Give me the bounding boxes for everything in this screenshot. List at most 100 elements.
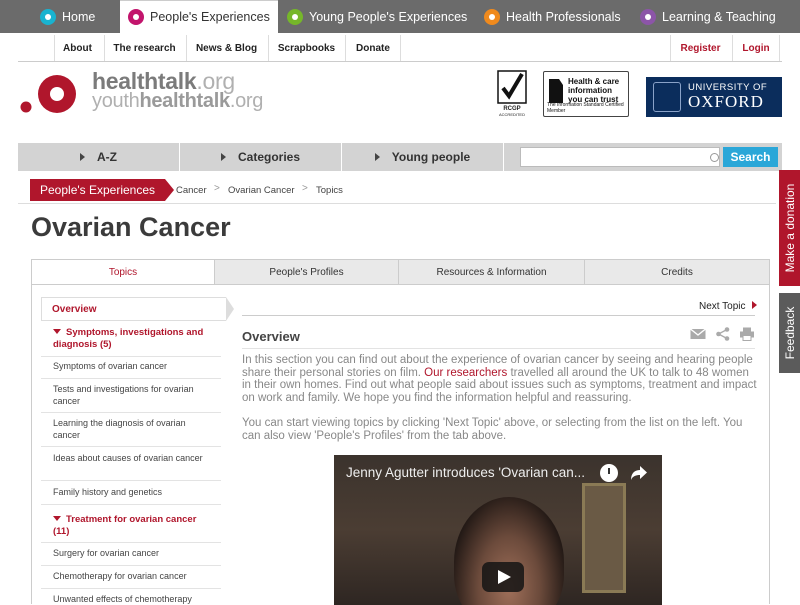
- email-icon[interactable]: [690, 327, 706, 341]
- rcgp-label: RCGP ACCREDITED: [498, 106, 525, 117]
- top-tab-label: Young People's Experiences: [309, 9, 468, 24]
- nav-young-people[interactable]: Young people: [342, 143, 504, 171]
- information-standard-sub: The Information Standard Certified Membe…: [547, 102, 624, 114]
- top-tab-young-peoples-experiences[interactable]: Young People's Experiences: [287, 0, 473, 33]
- play-button-icon[interactable]: [482, 562, 524, 592]
- main-navigation-bar: A-Z Categories Young people Search: [18, 143, 782, 171]
- top-tab-label: People's Experiences: [150, 10, 270, 24]
- divider: [41, 356, 221, 357]
- print-icon[interactable]: [739, 327, 755, 341]
- sidebar-item-unwanted-effects[interactable]: Unwanted effects of chemotherapy: [53, 593, 208, 605]
- search-button[interactable]: Search: [723, 147, 778, 167]
- video-title[interactable]: Jenny Agutter introduces 'Ovarian can...: [346, 465, 585, 480]
- feedback-tab[interactable]: Feedback: [779, 293, 800, 373]
- healthtalk-logo-icon[interactable]: [20, 74, 76, 114]
- arrow-right-icon: [220, 153, 226, 161]
- divider: [41, 565, 221, 566]
- nav-login[interactable]: Login: [732, 35, 780, 61]
- overview-paragraph-2: You can start viewing topics by clicking…: [242, 417, 743, 442]
- top-tab-learning-teaching[interactable]: Learning & Teaching: [640, 0, 780, 33]
- sidebar-item-family-history[interactable]: Family history and genetics: [53, 486, 208, 498]
- page-title: Ovarian Cancer: [31, 212, 231, 242]
- oxford-logo[interactable]: UNIVERSITY OF OXFORD: [646, 77, 782, 117]
- top-tab-label: Health Professionals: [506, 9, 621, 24]
- health-professionals-dot-icon: [484, 8, 500, 25]
- search-input[interactable]: [520, 147, 720, 167]
- sidebar-group-label: Symptoms, investigations and diagnosis (…: [53, 327, 204, 350]
- sidebar-group-symptoms[interactable]: Symptoms, investigations and diagnosis (…: [53, 327, 213, 351]
- information-standard-text: Health & care information you can trust: [568, 77, 620, 104]
- chevron-down-icon: [53, 516, 61, 521]
- chevron-down-icon: [53, 329, 61, 334]
- divider: [41, 378, 221, 379]
- sidebar-item-causes[interactable]: Ideas about causes of ovarian cancer: [53, 452, 208, 464]
- sidebar-item-surgery[interactable]: Surgery for ovarian cancer: [53, 547, 208, 559]
- divider: [242, 348, 755, 349]
- nav-about[interactable]: About: [54, 35, 100, 61]
- nav-the-research[interactable]: The research: [104, 35, 184, 61]
- home-dot-icon: [40, 8, 56, 25]
- divider: [41, 446, 221, 447]
- share-icon[interactable]: [715, 327, 731, 341]
- sidebar-item-symptoms[interactable]: Symptoms of ovarian cancer: [53, 360, 208, 372]
- video-share-icon[interactable]: [630, 465, 648, 481]
- tab-topics[interactable]: Topics: [32, 260, 215, 284]
- tab-credits[interactable]: Credits: [585, 260, 769, 284]
- top-tab-label: Learning & Teaching: [662, 9, 776, 24]
- content-tabs: Topics People's Profiles Resources & Inf…: [31, 259, 770, 285]
- section-heading: Overview: [242, 329, 300, 344]
- top-tab-home[interactable]: Home: [40, 0, 112, 33]
- nav-label: A-Z: [97, 150, 117, 164]
- youthhealthtalk-wordmark[interactable]: youthhealthtalk.org: [92, 90, 263, 113]
- divider: [41, 412, 221, 413]
- make-a-donation-tab[interactable]: Make a donation: [779, 170, 800, 286]
- donate-tab-label: Make a donation: [782, 183, 797, 273]
- divider: [41, 480, 221, 481]
- sidebar-item-chemotherapy[interactable]: Chemotherapy for ovarian cancer: [53, 570, 208, 582]
- search-clear-icon[interactable]: [710, 153, 719, 162]
- top-tab-peoples-experiences[interactable]: People's Experiences: [120, 0, 278, 33]
- divider: [41, 542, 221, 543]
- tab-peoples-profiles[interactable]: People's Profiles: [215, 260, 399, 284]
- sidebar-item-overview[interactable]: Overview: [41, 297, 234, 321]
- young-peoples-dot-icon: [287, 8, 303, 25]
- breadcrumb-topics: Topics: [316, 185, 343, 196]
- breadcrumb-ovarian-cancer[interactable]: Ovarian Cancer: [228, 185, 295, 196]
- nav-categories[interactable]: Categories: [180, 143, 342, 171]
- sidebar-item-learning-diagnosis[interactable]: Learning the diagnosis of ovarian cancer: [53, 417, 208, 441]
- section-tag-peoples-experiences[interactable]: People's Experiences: [30, 179, 175, 201]
- sidebar-group-treatment[interactable]: Treatment for ovarian cancer (11): [53, 514, 213, 538]
- nav-label: Categories: [237, 150, 301, 164]
- breadcrumb: People's Experiences Cancer > Ovarian Ca…: [18, 174, 776, 204]
- sidebar-item-tests[interactable]: Tests and investigations for ovarian can…: [53, 383, 208, 407]
- nav-donate[interactable]: Donate: [345, 35, 401, 61]
- breadcrumb-separator-icon: >: [214, 183, 220, 194]
- information-standard-badge: Health & care information you can trust …: [543, 71, 629, 117]
- divider: [41, 588, 221, 589]
- tab-resources-information[interactable]: Resources & Information: [399, 260, 585, 284]
- arrow-right-icon: [374, 153, 380, 161]
- video-player[interactable]: Jenny Agutter introduces 'Ovarian can...: [334, 455, 662, 605]
- nav-register[interactable]: Register: [670, 35, 730, 61]
- top-tab-health-professionals[interactable]: Health Professionals: [484, 0, 630, 33]
- nav-scrapbooks[interactable]: Scrapbooks: [268, 35, 344, 61]
- oxford-line2: OXFORD: [688, 92, 764, 111]
- nav-label: Young people: [391, 150, 471, 164]
- overview-paragraph-1: In this section you can find out about t…: [242, 354, 757, 404]
- breadcrumb-separator-icon: >: [302, 183, 308, 194]
- top-navigation: Home People's Experiences Young People's…: [0, 0, 800, 33]
- nav-a-z[interactable]: A-Z: [18, 143, 180, 171]
- our-researchers-link[interactable]: Our researchers: [424, 367, 507, 379]
- divider: [242, 315, 755, 316]
- breadcrumb-cancer[interactable]: Cancer: [176, 185, 207, 196]
- rcgp-tick-icon: [497, 70, 527, 104]
- rcgp-accredited-badge: RCGP ACCREDITED: [497, 70, 527, 118]
- watch-later-icon[interactable]: [600, 464, 618, 482]
- nav-news-blog[interactable]: News & Blog: [186, 35, 266, 61]
- oxford-crest-icon: [653, 82, 681, 112]
- top-tab-label: Home: [62, 9, 96, 24]
- video-background-picture: [582, 483, 626, 593]
- secondary-navigation: About The research News & Blog Scrapbook…: [0, 35, 800, 62]
- next-topic-link[interactable]: Next Topic: [699, 301, 757, 312]
- information-standard-icon: [549, 79, 563, 103]
